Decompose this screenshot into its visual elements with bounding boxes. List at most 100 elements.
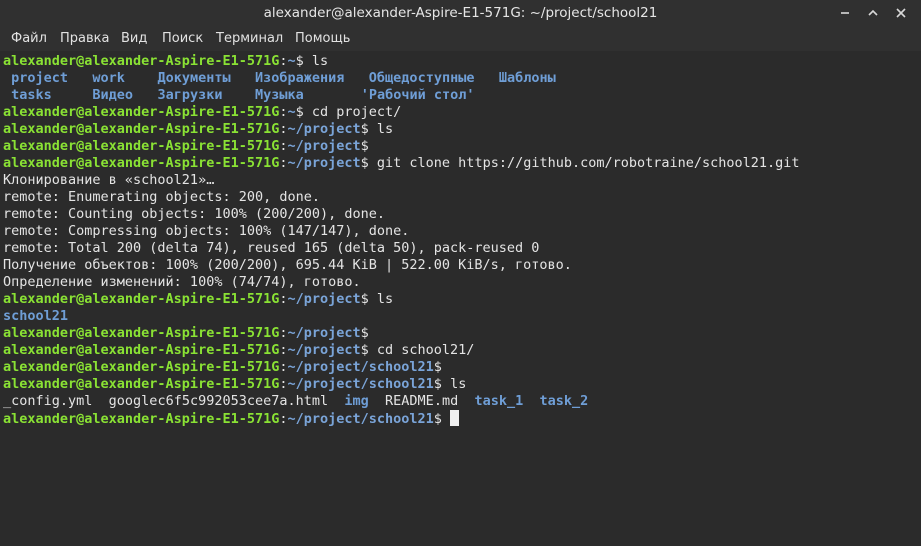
output-text: remote: Counting objects: 100% (200/200)… — [3, 206, 386, 222]
terminal-line: remote: Enumerating objects: 200, done. — [3, 189, 320, 206]
terminal-line: alexander@alexander-Aspire-E1-571G:~/pro… — [3, 410, 460, 427]
directory-entry: Изображения — [255, 70, 345, 86]
window-title: alexander@alexander-Aspire-E1-571G: ~/pr… — [263, 5, 658, 21]
prompt-path: ~/project/school21 — [287, 411, 434, 427]
terminal-line: remote: Total 200 (delta 74), reused 165… — [3, 240, 539, 257]
file-entry — [304, 87, 361, 103]
text-cursor — [450, 410, 460, 426]
file-entry — [125, 70, 158, 86]
output-text: Определение изменений: 100% (74/74), гот… — [3, 274, 361, 290]
prompt-user: alexander@alexander-Aspire-E1-571G — [3, 121, 280, 137]
output-text: remote: Total 200 (delta 74), reused 165… — [3, 240, 540, 256]
directory-entry: school21 — [3, 308, 69, 324]
terminal-line: alexander@alexander-Aspire-E1-571G:~/pro… — [3, 121, 393, 138]
terminal-line: alexander@alexander-Aspire-E1-571G:~/pro… — [3, 359, 450, 376]
prompt-user: alexander@alexander-Aspire-E1-571G — [3, 291, 280, 307]
prompt-user: alexander@alexander-Aspire-E1-571G — [3, 104, 280, 120]
command-text: cd project/ — [311, 104, 402, 120]
file-entry — [231, 70, 255, 86]
prompt-user: alexander@alexander-Aspire-E1-571G — [3, 359, 280, 375]
file-entry: README.md — [385, 393, 459, 409]
prompt-sign: $ — [433, 411, 451, 427]
terminal-output[interactable]: alexander@alexander-Aspire-E1-571G:~$ ls… — [0, 51, 911, 546]
prompt-path: ~/project — [287, 138, 361, 154]
title-bar[interactable]: alexander@alexander-Aspire-E1-571G: ~/pr… — [0, 0, 921, 27]
prompt-sign: $ — [360, 121, 377, 137]
terminal-window: alexander@alexander-Aspire-E1-571G: ~/pr… — [0, 0, 921, 546]
directory-entry: Шаблоны — [498, 70, 556, 86]
prompt-user: alexander@alexander-Aspire-E1-571G — [3, 411, 280, 427]
prompt-user: alexander@alexander-Aspire-E1-571G — [3, 342, 280, 358]
command-text: ls — [311, 53, 329, 69]
terminal-line: alexander@alexander-Aspire-E1-571G:~/pro… — [3, 342, 474, 359]
directory-entry: Видео — [92, 87, 134, 103]
file-entry — [68, 70, 92, 86]
directory-entry: tasks — [3, 87, 52, 103]
prompt-path: ~/project — [287, 121, 361, 137]
command-text: cd school21/ — [376, 342, 475, 358]
close-icon — [896, 8, 906, 18]
terminal-line: remote: Compressing objects: 100% (147/1… — [3, 223, 409, 240]
menu-file[interactable]: Файл — [11, 31, 47, 46]
prompt-sign: $ — [360, 325, 377, 341]
output-text: Клонирование в «school21»… — [3, 172, 215, 188]
prompt-path: ~/project — [287, 342, 361, 358]
terminal-line: _config.yml googlec6f5c992053cee7a.html … — [3, 393, 588, 410]
terminal-line: alexander@alexander-Aspire-E1-571G:~$ ls — [3, 53, 328, 70]
terminal-line: project work Документы Изображения Общед… — [3, 70, 556, 87]
minimize-icon — [841, 12, 849, 14]
prompt-sign: $ — [433, 376, 451, 392]
output-text: Получение объектов: 100% (200/200), 695.… — [3, 257, 572, 273]
terminal-line: Определение изменений: 100% (74/74), гот… — [3, 274, 361, 291]
directory-entry: Загрузки — [157, 87, 223, 103]
prompt-sign: $ — [295, 53, 312, 69]
prompt-sign: $ — [295, 104, 312, 120]
file-entry — [222, 87, 255, 103]
prompt-user: alexander@alexander-Aspire-E1-571G — [3, 155, 280, 171]
menu-help[interactable]: Помощь — [295, 31, 350, 46]
directory-entry: Музыка — [255, 87, 304, 103]
terminal-line: alexander@alexander-Aspire-E1-571G:~/pro… — [3, 138, 377, 155]
menu-bar: Файл Правка Вид Поиск Терминал Помощь — [0, 27, 921, 51]
prompt-sign: $ — [360, 291, 377, 307]
directory-entry: work — [92, 70, 125, 86]
close-button[interactable] — [890, 2, 912, 24]
prompt-sign: $ — [360, 342, 377, 358]
menu-terminal[interactable]: Терминал — [216, 31, 283, 46]
menu-search[interactable]: Поиск — [162, 31, 203, 46]
file-entry — [474, 70, 498, 86]
prompt-path: ~/project — [287, 325, 361, 341]
file-entry — [523, 393, 539, 409]
file-entry — [328, 393, 344, 409]
terminal-line: Получение объектов: 100% (200/200), 695.… — [3, 257, 572, 274]
maximize-button[interactable] — [862, 2, 884, 24]
terminal-line: alexander@alexander-Aspire-E1-571G:~/pro… — [3, 155, 800, 172]
command-text: git clone https://github.com/robotraine/… — [376, 155, 800, 171]
prompt-user: alexander@alexander-Aspire-E1-571G — [3, 53, 280, 69]
prompt-user: alexander@alexander-Aspire-E1-571G — [3, 138, 280, 154]
prompt-sign: $ — [360, 155, 377, 171]
prompt-path: ~ — [287, 53, 296, 69]
directory-entry: task_2 — [539, 393, 589, 409]
file-entry — [133, 87, 157, 103]
file-entry — [52, 87, 93, 103]
directory-entry: Документы — [157, 70, 231, 86]
prompt-path: ~ — [287, 104, 296, 120]
output-text: remote: Enumerating objects: 200, done. — [3, 189, 320, 205]
minimize-button[interactable] — [834, 2, 856, 24]
file-entry: _config.yml — [3, 393, 93, 409]
scrollbar[interactable] — [911, 51, 921, 546]
directory-entry: task_1 — [474, 393, 524, 409]
directory-entry: img — [344, 393, 369, 409]
prompt-path: ~/project/school21 — [287, 359, 434, 375]
terminal-line: remote: Counting objects: 100% (200/200)… — [3, 206, 385, 223]
menu-view[interactable]: Вид — [121, 31, 147, 46]
prompt-sign: $ — [360, 138, 377, 154]
maximize-icon — [868, 9, 878, 16]
terminal-line: school21 — [3, 308, 68, 325]
prompt-user: alexander@alexander-Aspire-E1-571G — [3, 325, 280, 341]
prompt-user: alexander@alexander-Aspire-E1-571G — [3, 376, 280, 392]
terminal-line: alexander@alexander-Aspire-E1-571G:~$ cd… — [3, 104, 401, 121]
directory-entry: project — [3, 70, 69, 86]
menu-edit[interactable]: Правка — [60, 31, 109, 46]
